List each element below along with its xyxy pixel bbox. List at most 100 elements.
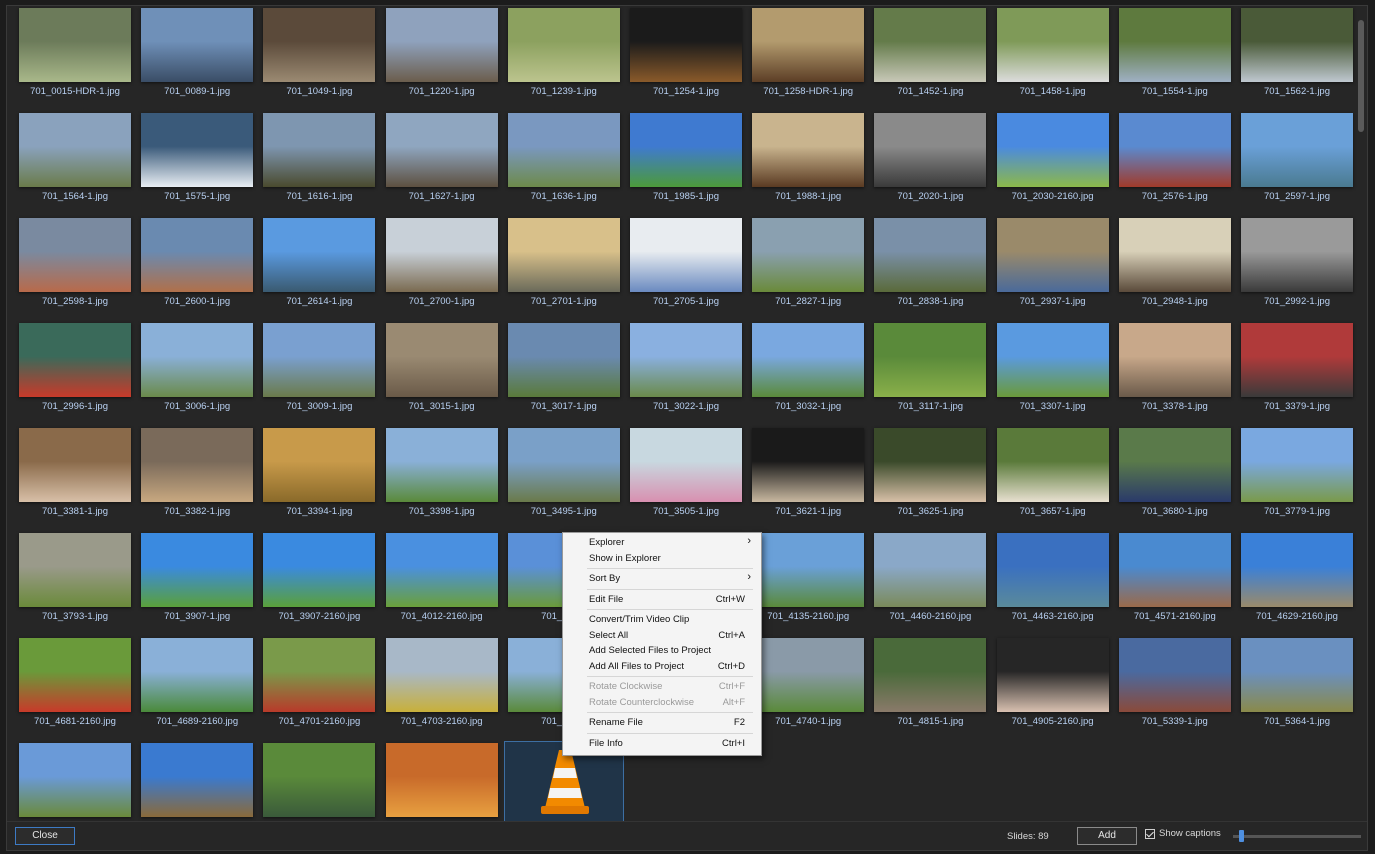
photo-thumbnail[interactable]: [1241, 533, 1353, 607]
close-button[interactable]: Close: [15, 827, 75, 845]
photo-thumbnail[interactable]: [141, 533, 254, 607]
photo-thumbnail[interactable]: [141, 218, 254, 292]
photo-thumbnail[interactable]: [874, 218, 987, 292]
photo-thumbnail[interactable]: [874, 8, 987, 82]
photo-thumbnail[interactable]: [1118, 323, 1231, 397]
photo-thumbnail[interactable]: [263, 8, 376, 82]
photo-thumbnail[interactable]: [996, 8, 1109, 82]
photo-thumbnail[interactable]: [19, 428, 131, 502]
thumbnail-cell[interactable]: 701_3009-1.jpg: [259, 321, 379, 423]
thumbnail-cell[interactable]: 701_3907-1.jpg: [137, 531, 257, 633]
photo-thumbnail[interactable]: [996, 113, 1109, 187]
thumbnail-cell[interactable]: 701_3117-1.jpg: [870, 321, 990, 423]
thumbnail-cell[interactable]: 701_4815-1.jpg: [870, 636, 990, 738]
photo-thumbnail[interactable]: [752, 218, 865, 292]
photo-thumbnail[interactable]: [1118, 113, 1231, 187]
thumbnail-cell[interactable]: 701_4689-2160.jpg: [137, 636, 257, 738]
menu-item-sort-by[interactable]: Sort By ›: [563, 571, 759, 587]
thumbnail-cell[interactable]: 701_2996-1.jpg: [15, 321, 135, 423]
photo-thumbnail[interactable]: [874, 638, 987, 712]
photo-thumbnail[interactable]: [630, 8, 742, 82]
photo-thumbnail[interactable]: [141, 638, 254, 712]
photo-thumbnail[interactable]: [752, 533, 865, 607]
photo-thumbnail[interactable]: [1118, 428, 1231, 502]
photo-thumbnail[interactable]: [19, 218, 131, 292]
thumbnail-cell[interactable]: 701_4460-2160.jpg: [870, 531, 990, 633]
thumbnail-cell[interactable]: 701_4571-2160.jpg: [1115, 531, 1235, 633]
photo-thumbnail[interactable]: [141, 113, 254, 187]
thumbnail-cell[interactable]: 701_3382-1.jpg: [137, 426, 257, 528]
thumbnail-cell[interactable]: 701_4703-2160.jpg: [382, 636, 502, 738]
thumbnail-cell[interactable]: 701_2700-1.jpg: [382, 216, 502, 318]
photo-thumbnail[interactable]: [996, 323, 1109, 397]
thumbnail-cell[interactable]: 701_1575-1.jpg: [137, 111, 257, 213]
thumbnail-cell[interactable]: 701_2948-1.jpg: [1115, 216, 1235, 318]
photo-thumbnail[interactable]: [263, 533, 376, 607]
thumbnail-cell[interactable]: 701_4463-2160.jpg: [993, 531, 1113, 633]
thumbnail-cell[interactable]: 701_2705-1.jpg: [626, 216, 746, 318]
photo-thumbnail[interactable]: [1241, 8, 1353, 82]
photo-thumbnail[interactable]: [507, 8, 620, 82]
photo-thumbnail[interactable]: [19, 113, 131, 187]
photo-thumbnail[interactable]: [263, 428, 376, 502]
thumbnail-cell[interactable]: 701_2598-1.jpg: [15, 216, 135, 318]
menu-item-rename-file[interactable]: Rename File F2: [563, 715, 759, 731]
thumbnail-cell[interactable]: 701_2614-1.jpg: [259, 216, 379, 318]
photo-thumbnail[interactable]: [507, 428, 620, 502]
menu-item-convert-trim-video-clip[interactable]: Convert/Trim Video Clip: [563, 612, 759, 628]
photo-thumbnail[interactable]: [996, 428, 1109, 502]
thumbnail-cell[interactable]: 701_1627-1.jpg: [382, 111, 502, 213]
thumbnail-cell[interactable]: 701_2030-2160.jpg: [993, 111, 1113, 213]
photo-thumbnail[interactable]: [19, 323, 131, 397]
photo-thumbnail[interactable]: [141, 428, 254, 502]
thumbnail-cell[interactable]: 701_0089-1.jpg: [137, 6, 257, 108]
thumbnail-cell[interactable]: 701_1458-1.jpg: [993, 6, 1113, 108]
checkbox-checked-icon[interactable]: [1145, 828, 1155, 839]
thumbnail-cell[interactable]: 701_1564-1.jpg: [15, 111, 135, 213]
photo-thumbnail[interactable]: [385, 8, 498, 82]
photo-thumbnail[interactable]: [1118, 8, 1231, 82]
thumbnail-cell[interactable]: 701_4629-2160.jpg: [1237, 531, 1357, 633]
photo-thumbnail[interactable]: [752, 638, 865, 712]
photo-thumbnail[interactable]: [19, 533, 131, 607]
menu-item-add-all-files-to-project[interactable]: Add All Files to Project Ctrl+D: [563, 659, 759, 675]
thumbnail-cell[interactable]: 701_3381-1.jpg: [15, 426, 135, 528]
photo-thumbnail[interactable]: [996, 638, 1109, 712]
thumbnail-cell[interactable]: 701_3907-2160.jpg: [259, 531, 379, 633]
photo-thumbnail[interactable]: [874, 533, 987, 607]
thumbnail-cell[interactable]: 701_1554-1.jpg: [1115, 6, 1235, 108]
thumbnail-cell[interactable]: 701_2600-1.jpg: [137, 216, 257, 318]
photo-thumbnail[interactable]: [1118, 533, 1231, 607]
photo-thumbnail[interactable]: [630, 218, 742, 292]
thumbnail-cell[interactable]: 701_1616-1.jpg: [259, 111, 379, 213]
menu-item-select-all[interactable]: Select All Ctrl+A: [563, 628, 759, 644]
photo-thumbnail[interactable]: [141, 8, 254, 82]
photo-thumbnail[interactable]: [263, 113, 376, 187]
photo-thumbnail[interactable]: [385, 323, 498, 397]
photo-thumbnail[interactable]: [996, 533, 1109, 607]
photo-thumbnail[interactable]: [874, 323, 987, 397]
thumbnail-cell[interactable]: 701_2992-1.jpg: [1237, 216, 1357, 318]
thumbnail-cell[interactable]: 701_1562-1.jpg: [1237, 6, 1357, 108]
thumbnail-cell[interactable]: 701_1452-1.jpg: [870, 6, 990, 108]
thumbnail-cell[interactable]: 701_1254-1.jpg: [626, 6, 746, 108]
photo-thumbnail[interactable]: [752, 113, 865, 187]
photo-thumbnail[interactable]: [1241, 113, 1353, 187]
photo-thumbnail[interactable]: [385, 638, 498, 712]
photo-thumbnail[interactable]: [507, 218, 620, 292]
menu-item-show-in-explorer[interactable]: Show in Explorer: [563, 551, 759, 567]
thumbnail-cell[interactable]: 701_1988-1.jpg: [748, 111, 868, 213]
photo-thumbnail[interactable]: [141, 323, 254, 397]
menu-item-edit-file[interactable]: Edit File Ctrl+W: [563, 592, 759, 608]
thumbnail-cell[interactable]: 701_3621-1.jpg: [748, 426, 868, 528]
thumbnail-cell[interactable]: 701_3793-1.jpg: [15, 531, 135, 633]
photo-thumbnail[interactable]: [263, 743, 376, 817]
thumbnail-cell[interactable]: 701_2701-1.jpg: [504, 216, 624, 318]
thumbnail-cell[interactable]: 701_4135-2160.jpg: [748, 531, 868, 633]
menu-item-file-info[interactable]: File Info Ctrl+I: [563, 736, 759, 752]
thumbnail-cell[interactable]: 701_2597-1.jpg: [1237, 111, 1357, 213]
photo-thumbnail[interactable]: [630, 113, 742, 187]
photo-thumbnail[interactable]: [752, 428, 865, 502]
menu-item-explorer[interactable]: Explorer ›: [563, 535, 759, 551]
thumbnail-size-slider[interactable]: [1233, 830, 1361, 842]
